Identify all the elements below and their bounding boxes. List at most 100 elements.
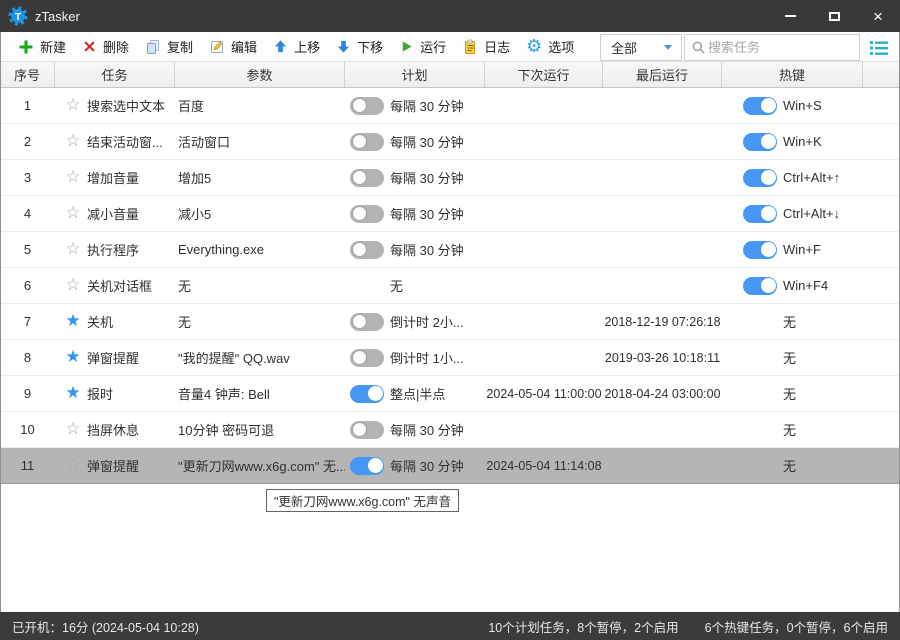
hotkey-toggle[interactable]	[743, 276, 777, 295]
star-outline-icon[interactable]: ☆	[63, 133, 83, 150]
table-row[interactable]: 3 ☆ 增加音量 增加5 每隔 30 分钟 Ctrl+Alt+↑	[0, 160, 900, 196]
schedule-toggle[interactable]	[350, 96, 384, 115]
delete-task-button[interactable]: 删除	[74, 33, 137, 61]
edit-pencil-icon	[211, 40, 224, 53]
options-button[interactable]: ⚙ 选项	[518, 33, 582, 61]
gear-icon: ⚙	[526, 35, 543, 57]
move-down-button[interactable]: 下移	[328, 33, 391, 61]
task-params: "更新刀网www.x6g.com" 无...	[178, 459, 345, 474]
column-header-task[interactable]: 任务	[55, 62, 175, 87]
star-outline-icon[interactable]: ☆	[63, 457, 83, 474]
schedule-toggle[interactable]	[350, 456, 384, 475]
move-up-button[interactable]: 上移	[265, 33, 328, 61]
filter-dropdown[interactable]: 全部	[600, 34, 682, 61]
schedule-text: 每隔 30 分钟	[390, 135, 464, 150]
play-icon	[402, 41, 412, 52]
schedule-toggle[interactable]	[350, 204, 384, 223]
table-row[interactable]: 1 ☆ 搜索选中文本 百度 每隔 30 分钟 Win+S	[0, 88, 900, 124]
star-outline-icon[interactable]: ☆	[63, 277, 83, 294]
column-header-last-run[interactable]: 最后运行	[603, 62, 722, 87]
close-button[interactable]: ×	[856, 0, 900, 32]
row-number: 10	[20, 422, 35, 437]
schedule-cell: 倒计时 1小...	[345, 340, 485, 375]
table-row[interactable]: 9 ★ 报时 音量4 钟声: Bell 整点|半点 2024-05-04 11:00:00…	[0, 376, 900, 412]
arrow-down-icon	[337, 40, 350, 53]
row-number: 8	[23, 350, 32, 365]
tooltip: "更新刀网www.x6g.com" 无声音	[266, 489, 459, 512]
hotkey-cell: 无	[722, 448, 863, 483]
toggle-knob	[760, 206, 776, 221]
column-header-hotkey[interactable]: 热键	[722, 62, 863, 87]
toggle-knob	[351, 98, 367, 113]
star-outline-icon[interactable]: ☆	[63, 421, 83, 438]
new-task-button[interactable]: 新建	[10, 33, 74, 61]
star-outline-icon[interactable]: ☆	[63, 169, 83, 186]
schedule-toggle[interactable]	[350, 348, 384, 367]
maximize-button[interactable]	[812, 0, 856, 32]
schedule-cell: 每隔 30 分钟	[345, 124, 485, 159]
last-run	[603, 160, 722, 195]
schedule-toggle[interactable]	[350, 384, 384, 403]
hotkey-text: 无	[783, 315, 797, 330]
column-header-number[interactable]: 序号	[0, 62, 55, 87]
star-outline-icon[interactable]: ☆	[63, 97, 83, 114]
row-number: 9	[23, 386, 32, 401]
delete-x-icon	[84, 41, 95, 52]
schedule-cell: 整点|半点	[345, 376, 485, 411]
hotkey-toggle[interactable]	[743, 132, 777, 151]
hotkey-cell: Win+F4	[722, 268, 863, 303]
task-params: "我的提醒" QQ.wav	[178, 351, 290, 366]
schedule-toggle[interactable]	[350, 420, 384, 439]
hotkey-toggle[interactable]	[743, 240, 777, 259]
schedule-toggle[interactable]	[350, 312, 384, 331]
edit-task-button[interactable]: 编辑	[201, 33, 265, 61]
star-filled-icon[interactable]: ★	[63, 349, 83, 366]
row-end	[863, 124, 900, 159]
schedule-cell: 每隔 30 分钟	[345, 88, 485, 123]
search-input[interactable]	[706, 39, 853, 56]
table-row[interactable]: 5 ☆ 执行程序 Everything.exe 每隔 30 分钟 Win+F	[0, 232, 900, 268]
row-number: 5	[23, 242, 32, 257]
move-down-label: 下移	[357, 40, 384, 55]
hotkey-toggle[interactable]	[743, 96, 777, 115]
svg-text:T: T	[15, 12, 21, 23]
table-row[interactable]: 7 ★ 关机 无 倒计时 2小... 2018-12-19 07:26:18 无	[0, 304, 900, 340]
star-outline-icon[interactable]: ☆	[63, 205, 83, 222]
toggle-knob	[760, 98, 776, 113]
hotkey-text: Win+F	[783, 242, 821, 257]
hotkey-toggle[interactable]	[743, 168, 777, 187]
next-run	[485, 88, 603, 123]
star-filled-icon[interactable]: ★	[63, 385, 83, 402]
table-row[interactable]: 4 ☆ 减小音量 减小5 每隔 30 分钟 Ctrl+Alt+↓	[0, 196, 900, 232]
list-view-button[interactable]	[866, 36, 892, 60]
row-end	[863, 268, 900, 303]
column-header-params[interactable]: 参数	[175, 62, 345, 87]
schedule-toggle[interactable]	[350, 240, 384, 259]
last-run: 2018-12-19 07:26:18	[604, 314, 721, 329]
table-row[interactable]: 10 ☆ 挡屏休息 10分钟 密码可退 每隔 30 分钟 无	[0, 412, 900, 448]
column-header-schedule[interactable]: 计划	[345, 62, 485, 87]
run-task-button[interactable]: 运行	[391, 33, 454, 61]
schedule-toggle[interactable]	[350, 168, 384, 187]
hotkey-cell: Win+F	[722, 232, 863, 267]
task-params: 音量4 钟声: Bell	[178, 387, 270, 402]
task-params: 百度	[178, 99, 205, 114]
schedule-toggle[interactable]	[350, 132, 384, 151]
star-outline-icon[interactable]: ☆	[63, 241, 83, 258]
table-row[interactable]: 8 ★ 弹窗提醒 "我的提醒" QQ.wav 倒计时 1小... 2019-03-26 1…	[0, 340, 900, 376]
log-button[interactable]: 日志	[454, 33, 518, 61]
task-name: 减小音量	[87, 207, 140, 222]
toggle-knob	[367, 386, 383, 401]
minimize-button[interactable]	[768, 0, 812, 32]
row-number: 3	[23, 170, 32, 185]
table-row[interactable]: 2 ☆ 结束活动窗... 活动窗口 每隔 30 分钟 Win+K	[0, 124, 900, 160]
hotkey-toggle[interactable]	[743, 204, 777, 223]
next-run	[485, 304, 603, 339]
column-header-next-run[interactable]: 下次运行	[485, 62, 603, 87]
copy-task-button[interactable]: 复制	[137, 33, 201, 61]
star-filled-icon[interactable]: ★	[63, 313, 83, 330]
table-row[interactable]: 11 ☆ 弹窗提醒 "更新刀网www.x6g.com" 无... 每隔 30 分钟 202…	[0, 448, 900, 484]
search-box	[684, 34, 860, 61]
hotkey-text: 无	[783, 459, 797, 474]
table-row[interactable]: 6 ☆ 关机对话框 无 无 Win+F4	[0, 268, 900, 304]
